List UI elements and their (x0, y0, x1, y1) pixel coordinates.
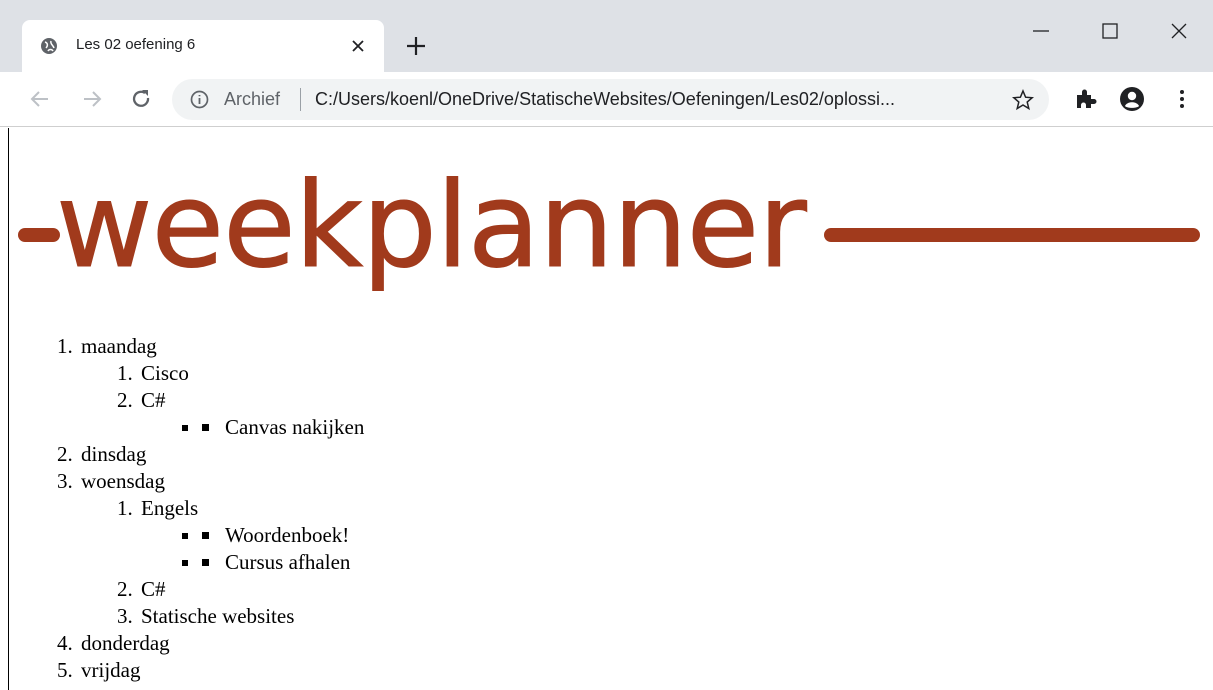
kebab-menu-icon[interactable] (1172, 87, 1192, 111)
banner-title: weekplanner (56, 156, 808, 294)
task-label: Canvas nakijken (225, 415, 365, 439)
list-item: Canvas nakijken (201, 414, 364, 441)
course-label: C# (141, 577, 166, 601)
address-bar[interactable]: Archief C:/Users/koenl/OneDrive/Statisch… (172, 79, 1049, 120)
weekplanner-banner: weekplanner (18, 150, 1208, 302)
list-item: Woordenboek! (201, 522, 364, 549)
browser-tab[interactable]: Les 02 oefening 6 (22, 20, 384, 72)
minimize-icon[interactable] (1028, 18, 1054, 44)
banner-rule (824, 228, 1200, 242)
days-list: 1.maandag1.Cisco2.C#Canvas nakijken2.din… (57, 333, 364, 684)
tab-title: Les 02 oefening 6 (76, 36, 196, 53)
day-number: 4. (57, 631, 73, 655)
course-number: 1. (117, 361, 133, 385)
list-item: Cursus afhalen (201, 549, 364, 576)
task-label: Cursus afhalen (225, 550, 351, 574)
forward-arrow-icon[interactable] (79, 86, 105, 112)
list-item: 1. Cisco (117, 360, 364, 387)
day-label: maandag (81, 334, 157, 358)
day-number: 2. (57, 442, 73, 466)
star-icon[interactable] (1012, 89, 1034, 111)
address-separator (300, 88, 301, 111)
square-bullet-icon (202, 424, 209, 431)
maximize-icon[interactable] (1097, 18, 1123, 44)
course-number: 3. (117, 604, 133, 628)
close-window-icon[interactable] (1166, 18, 1192, 44)
list-item: 2. C# (117, 576, 364, 603)
list-item: 5. vrijdag (57, 657, 364, 684)
account-icon[interactable] (1118, 85, 1146, 113)
info-icon[interactable] (190, 90, 209, 109)
week-schedule: 1.maandag1.Cisco2.C#Canvas nakijken2.din… (57, 333, 364, 684)
course-label: Cisco (141, 361, 189, 385)
day-number: 3. (57, 469, 73, 493)
task-list: Canvas nakijken (201, 414, 364, 441)
list-item: 1. maandag 1. Cisco 2. C# Canvas nakijken (57, 333, 364, 441)
list-item: 1. Engels Woordenboek! Cursus afhalen (117, 495, 364, 576)
url-text[interactable]: C:/Users/koenl/OneDrive/StatischeWebsite… (315, 89, 995, 110)
day-label: dinsdag (81, 442, 147, 466)
course-label: Engels (141, 496, 199, 520)
day-label: donderdag (81, 631, 170, 655)
course-number: 2. (117, 388, 133, 412)
day-number: 5. (57, 658, 73, 682)
task-label: Woordenboek! (225, 523, 350, 547)
day-label: vrijdag (81, 658, 141, 682)
square-bullet-icon (202, 532, 209, 539)
course-list: 1.EngelsWoordenboek!Cursus afhalen2.C#3.… (117, 495, 364, 630)
list-item: 4. donderdag (57, 630, 364, 657)
page-edge-line (8, 128, 9, 690)
course-label: C# (141, 388, 166, 412)
reload-icon[interactable] (128, 86, 154, 112)
list-item: 2. C# Canvas nakijken (117, 387, 364, 441)
close-tab-icon[interactable] (350, 38, 366, 54)
list-item: 2. dinsdag (57, 441, 364, 468)
course-list: 1. Cisco 2. C# Canvas nakijken (117, 360, 364, 441)
day-label: woensdag (81, 469, 165, 493)
list-item: 3. Statische websites (117, 603, 364, 630)
list-item: 3. woensdag 1. Engels Woordenboek! Cursus afh… (57, 468, 364, 630)
plus-icon[interactable] (405, 35, 427, 57)
browser-toolbar: Archief C:/Users/koenl/OneDrive/Statisch… (0, 72, 1213, 127)
security-chip-label[interactable]: Archief (224, 89, 280, 110)
course-label: Statische websites (141, 604, 295, 628)
course-number: 1. (117, 496, 133, 520)
course-number: 2. (117, 577, 133, 601)
back-arrow-icon[interactable] (27, 86, 53, 112)
square-bullet-icon (202, 559, 209, 566)
puzzle-icon[interactable] (1073, 87, 1097, 111)
task-list: Woordenboek! Cursus afhalen (201, 522, 364, 576)
day-number: 1. (57, 334, 73, 358)
page-content: weekplanner 1. maandag 1. Cisco 2. C# Canvas n… (0, 128, 1213, 690)
banner-dash (18, 228, 60, 242)
globe-icon (41, 38, 57, 54)
tab-strip: Les 02 oefening 6 (0, 0, 1213, 72)
